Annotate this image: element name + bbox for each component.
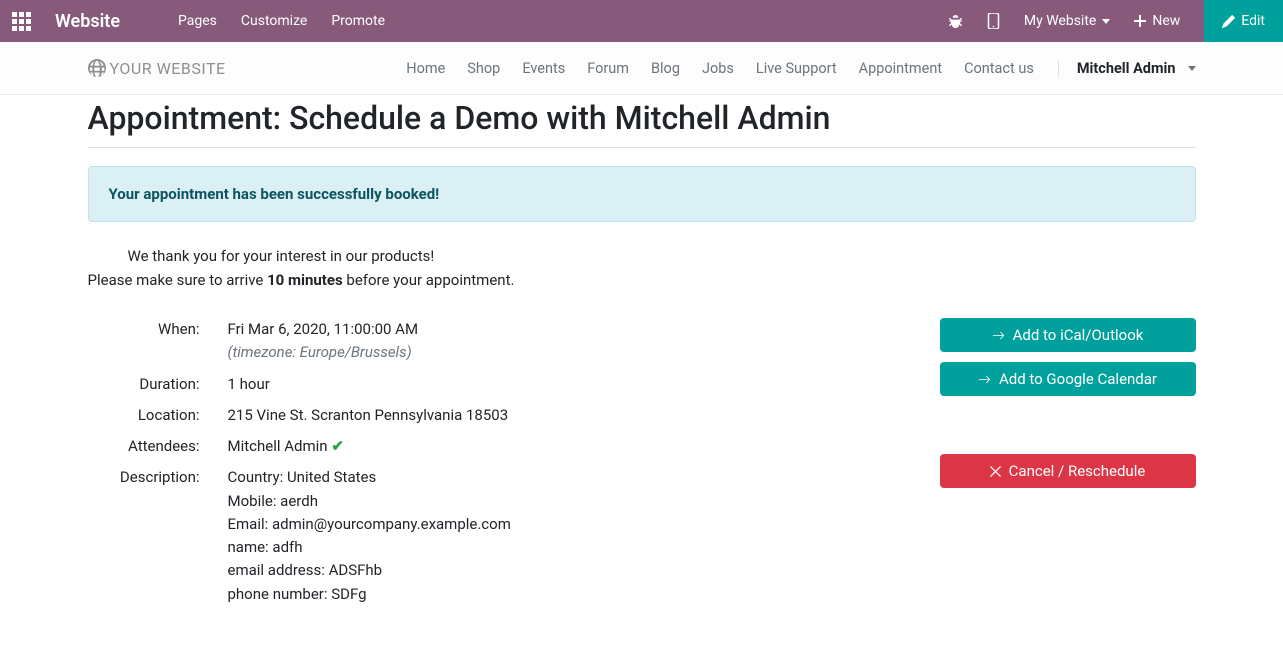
arrow-right-icon: [992, 329, 1005, 342]
desc-mobile: Mobile: aerdh: [228, 490, 900, 513]
appointment-details: When: Fri Mar 6, 2020, 11:00:00 AM (time…: [88, 318, 900, 614]
plus-icon: [1134, 15, 1146, 27]
success-alert: Your appointment has been successfully b…: [88, 166, 1196, 222]
site-nav: YOUR WEBSITE Home Shop Events Forum Blog…: [72, 42, 1212, 94]
edit-label: Edit: [1241, 13, 1265, 29]
apps-icon[interactable]: [12, 12, 31, 31]
detail-location: Location: 215 Vine St. Scranton Pennsylv…: [88, 404, 900, 427]
add-ical-button[interactable]: Add to iCal/Outlook: [940, 318, 1196, 352]
main-container: Appointment: Schedule a Demo with Mitche…: [72, 95, 1212, 654]
pencil-icon: [1222, 15, 1235, 28]
nav-blog[interactable]: Blog: [651, 60, 680, 77]
nav-user-name: Mitchell Admin: [1077, 60, 1176, 77]
cancel-reschedule-button[interactable]: Cancel / Reschedule: [940, 454, 1196, 488]
editor-topbar: Website Pages Customize Promote My Websi…: [0, 0, 1283, 42]
detail-when: When: Fri Mar 6, 2020, 11:00:00 AM (time…: [88, 318, 900, 365]
menu-promote[interactable]: Promote: [331, 13, 385, 29]
nav-user-dropdown[interactable]: Mitchell Admin: [1058, 60, 1196, 77]
thanks-line2: Please make sure to arrive 10 minutes be…: [88, 268, 1196, 292]
add-gcal-label: Add to Google Calendar: [999, 370, 1157, 388]
label-location: Location:: [88, 404, 228, 427]
thanks-line2a: Please make sure to arrive: [88, 271, 268, 289]
close-icon: [990, 466, 1001, 477]
add-gcal-button[interactable]: Add to Google Calendar: [940, 362, 1196, 396]
label-attendees: Attendees:: [88, 435, 228, 458]
topbar-left: Website Pages Customize Promote: [12, 11, 385, 32]
site-logo-text: YOUR WEBSITE: [110, 59, 226, 78]
desc-email: Email: admin@yourcompany.example.com: [228, 513, 900, 536]
value-duration: 1 hour: [228, 373, 900, 396]
new-label: New: [1152, 13, 1180, 29]
thanks-block: We thank you for your interest in our pr…: [88, 244, 1196, 292]
chevron-down-icon: [1188, 66, 1196, 71]
add-ical-label: Add to iCal/Outlook: [1013, 326, 1144, 344]
arrow-right-icon: [978, 373, 991, 386]
desc-email-address: email address: ADSFhb: [228, 559, 900, 582]
desc-country: Country: United States: [228, 466, 900, 489]
actions-column: Add to iCal/Outlook Add to Google Calend…: [940, 318, 1196, 614]
content-columns: When: Fri Mar 6, 2020, 11:00:00 AM (time…: [88, 318, 1196, 614]
nav-shop[interactable]: Shop: [467, 60, 500, 77]
label-duration: Duration:: [88, 373, 228, 396]
value-when: Fri Mar 6, 2020, 11:00:00 AM (timezone: …: [228, 318, 900, 365]
globe-icon: [88, 59, 106, 77]
my-website-label: My Website: [1024, 13, 1096, 29]
nav-home[interactable]: Home: [406, 60, 445, 77]
value-location: 215 Vine St. Scranton Pennsylvania 18503: [228, 404, 900, 427]
spacer: [940, 406, 1196, 444]
nav-forum[interactable]: Forum: [587, 60, 629, 77]
thanks-line2b: 10 minutes: [267, 271, 343, 289]
app-brand[interactable]: Website: [55, 11, 120, 32]
cancel-label: Cancel / Reschedule: [1009, 462, 1146, 480]
new-button[interactable]: New: [1134, 13, 1180, 29]
label-description: Description:: [88, 466, 228, 606]
thanks-line1: We thank you for your interest in our pr…: [88, 244, 1196, 268]
thanks-line2c: before your appointment.: [343, 271, 515, 289]
value-attendees: Mitchell Admin ✔: [228, 435, 900, 458]
desc-phone: phone number: SDFg: [228, 583, 900, 606]
nav-appointment[interactable]: Appointment: [859, 60, 942, 77]
nav-contact-us[interactable]: Contact us: [964, 60, 1034, 77]
menu-customize[interactable]: Customize: [241, 13, 307, 29]
nav-jobs[interactable]: Jobs: [702, 60, 734, 77]
title-rule: [88, 147, 1196, 148]
success-message: Your appointment has been successfully b…: [109, 185, 1175, 203]
my-website-dropdown[interactable]: My Website: [1024, 13, 1110, 29]
detail-duration: Duration: 1 hour: [88, 373, 900, 396]
menu-pages[interactable]: Pages: [178, 13, 217, 29]
chevron-down-icon: [1102, 19, 1110, 24]
nav-live-support[interactable]: Live Support: [756, 60, 837, 77]
label-when: When:: [88, 318, 228, 365]
detail-attendees: Attendees: Mitchell Admin ✔: [88, 435, 900, 458]
site-nav-wrap: YOUR WEBSITE Home Shop Events Forum Blog…: [0, 42, 1283, 95]
edit-button[interactable]: Edit: [1204, 0, 1283, 42]
site-menu: Home Shop Events Forum Blog Jobs Live Su…: [406, 60, 1195, 77]
page-title: Appointment: Schedule a Demo with Mitche…: [88, 99, 1196, 137]
when-datetime: Fri Mar 6, 2020, 11:00:00 AM: [228, 320, 419, 338]
desc-name: name: adfh: [228, 536, 900, 559]
topbar-menu: Pages Customize Promote: [178, 13, 385, 29]
bug-icon[interactable]: [948, 14, 963, 29]
nav-events[interactable]: Events: [522, 60, 565, 77]
mobile-icon[interactable]: [987, 13, 1000, 29]
value-description: Country: United States Mobile: aerdh Ema…: [228, 466, 900, 606]
detail-description: Description: Country: United States Mobi…: [88, 466, 900, 606]
topbar-right: My Website New Edit: [948, 0, 1271, 42]
site-logo[interactable]: YOUR WEBSITE: [88, 59, 226, 78]
check-icon: ✔: [331, 437, 344, 455]
attendee-name: Mitchell Admin: [228, 437, 328, 455]
when-timezone: (timezone: Europe/Brussels): [228, 343, 412, 361]
